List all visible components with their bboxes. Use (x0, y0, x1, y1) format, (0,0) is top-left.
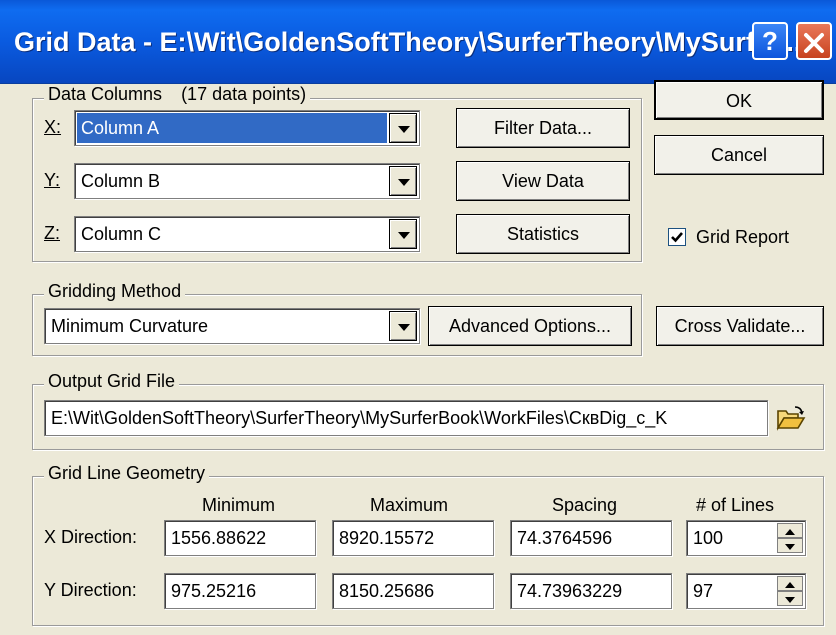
y-minimum-value: 975.25216 (171, 581, 257, 601)
window-title: Grid Data - E:\Wit\GoldenSoftTheory\Surf… (14, 27, 802, 57)
close-button[interactable] (796, 22, 832, 60)
ok-button[interactable]: OK (654, 80, 824, 120)
filter-data-button[interactable]: Filter Data... (456, 108, 630, 148)
y-maximum-input[interactable]: 8150.25686 (332, 573, 494, 609)
gridding-method-combo[interactable]: Minimum Curvature (44, 308, 420, 344)
y-lines-spinner[interactable]: 97 (686, 573, 806, 609)
x-column-value: Column A (81, 118, 160, 138)
y-spacing-input[interactable]: 74.73963229 (510, 573, 672, 609)
y-spacing-value: 74.73963229 (517, 581, 623, 601)
spacing-column-header: Spacing (552, 495, 618, 515)
x-lines-value: 100 (693, 528, 724, 548)
folder-open-icon (776, 406, 806, 431)
grid-report-checkbox[interactable] (668, 228, 686, 246)
y-direction-label: Y Direction: (44, 580, 137, 600)
chevron-down-icon (398, 126, 410, 133)
checkmark-icon (671, 232, 683, 243)
y-lines-value: 97 (693, 581, 714, 601)
y-column-label: Y: (44, 170, 61, 190)
spin-down-icon (785, 544, 795, 550)
output-grid-file-value: E:\Wit\GoldenSoftTheory\SurferTheory\MyS… (51, 408, 668, 428)
x-column-label: X: (44, 117, 62, 137)
cross-validate-button[interactable]: Cross Validate... (656, 306, 824, 346)
z-column-label: Z: (44, 223, 60, 243)
x-lines-spinner[interactable]: 100 (686, 520, 806, 556)
x-lines-spin-buttons[interactable] (777, 523, 803, 553)
chevron-down-icon (398, 324, 410, 331)
spin-up-button[interactable] (777, 523, 803, 538)
view-data-button[interactable]: View Data (456, 161, 630, 201)
x-maximum-input[interactable]: 8920.15572 (332, 520, 494, 556)
x-column-dropdown-button[interactable] (389, 113, 417, 143)
grid-report-label[interactable]: Grid Report (696, 220, 789, 254)
x-direction-label: X Direction: (44, 527, 138, 547)
gridding-method-value: Minimum Curvature (51, 316, 209, 336)
browse-folder-button[interactable] (774, 402, 808, 434)
y-minimum-input[interactable]: 975.25216 (164, 573, 316, 609)
output-grid-file-group-title: Output Grid File (44, 371, 180, 397)
x-column-combo[interactable]: Column A (74, 110, 420, 146)
z-column-value: Column C (81, 224, 162, 244)
z-column-dropdown-button[interactable] (389, 219, 417, 249)
advanced-options-button[interactable]: Advanced Options... (428, 306, 632, 346)
spin-down-button[interactable] (777, 538, 803, 553)
output-grid-file-input[interactable]: E:\Wit\GoldenSoftTheory\SurferTheory\MyS… (44, 400, 768, 436)
spin-down-icon (785, 597, 795, 603)
data-columns-label: Data Columns (48, 84, 163, 104)
spin-up-icon (785, 582, 795, 588)
x-minimum-value: 1556.88622 (171, 528, 267, 548)
x-spacing-input[interactable]: 74.3764596 (510, 520, 672, 556)
chevron-down-icon (398, 232, 410, 239)
y-maximum-value: 8150.25686 (339, 581, 435, 601)
gridding-method-group-title: Gridding Method (44, 281, 186, 307)
minimum-column-header: Minimum (202, 495, 276, 515)
close-icon (804, 33, 824, 53)
y-column-dropdown-button[interactable] (389, 166, 417, 196)
spin-down-button[interactable] (777, 591, 803, 606)
help-button[interactable]: ? (752, 22, 788, 60)
maximum-column-header: Maximum (370, 495, 449, 515)
x-spacing-value: 74.3764596 (517, 528, 613, 548)
z-column-combo[interactable]: Column C (74, 216, 420, 252)
x-minimum-input[interactable]: 1556.88622 (164, 520, 316, 556)
spin-up-icon (785, 529, 795, 535)
data-columns-group-title: Data Columns (17 data points) (44, 84, 311, 110)
spin-up-button[interactable] (777, 576, 803, 591)
y-column-combo[interactable]: Column B (74, 163, 420, 199)
cancel-button[interactable]: Cancel (654, 135, 824, 175)
chevron-down-icon (398, 179, 410, 186)
x-maximum-value: 8920.15572 (339, 528, 435, 548)
data-point-count: (17 data points) (181, 84, 307, 104)
y-column-value: Column B (81, 171, 161, 191)
lines-column-header: # of Lines (696, 495, 775, 515)
grid-line-geometry-group-title: Grid Line Geometry (44, 463, 210, 489)
gridding-method-dropdown-button[interactable] (389, 311, 417, 341)
statistics-button[interactable]: Statistics (456, 214, 630, 254)
y-lines-spin-buttons[interactable] (777, 576, 803, 606)
